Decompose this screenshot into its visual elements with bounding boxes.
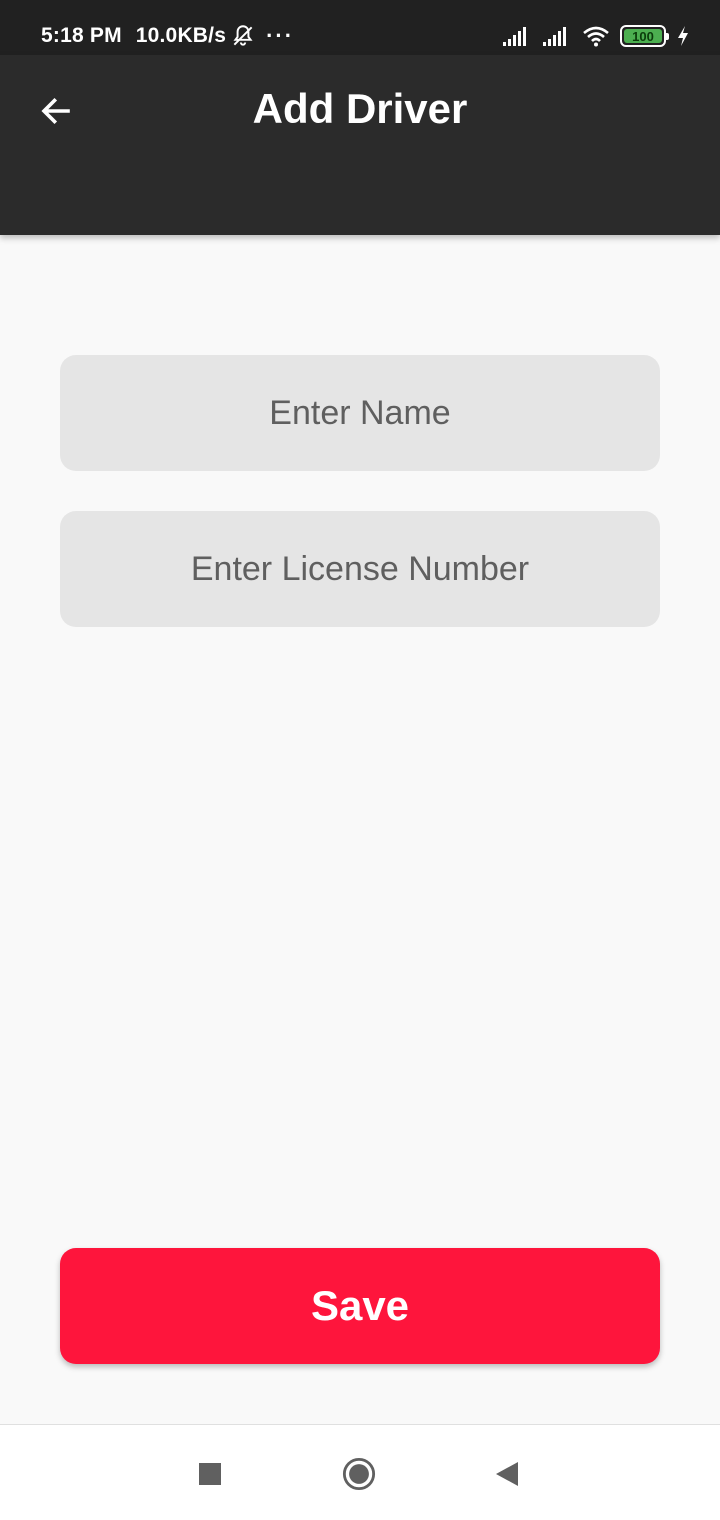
page-title: Add Driver [252,85,468,132]
battery-icon: 100 [620,25,669,47]
charging-bolt-icon [678,26,688,46]
system-back-button[interactable] [490,1457,524,1491]
back-triangle-icon [496,1462,518,1486]
name-field-container [60,355,660,471]
save-button[interactable]: Save [60,1248,660,1364]
status-left: 5:18 PM 10.0KB/s ··· [41,22,294,50]
recents-square-icon [199,1463,221,1485]
battery-level: 100 [624,29,662,44]
status-time: 5:18 PM [41,24,122,47]
app-bar: Add Driver [0,55,720,235]
more-notifications: ··· [266,23,295,48]
network-speed: 10.0KB/s [135,24,227,47]
wifi-icon [583,26,609,47]
recents-button[interactable] [193,1457,227,1491]
signal-icon [543,27,566,46]
license-field-container [60,511,660,627]
status-right: 100 [502,22,690,50]
muted-bell-icon [233,25,253,46]
home-button[interactable] [342,1457,376,1491]
signal-icon [503,27,526,46]
home-circle-icon [342,1457,376,1491]
name-input[interactable] [60,355,660,471]
status-bar: 5:18 PM 10.0KB/s ··· 100 [0,0,720,55]
license-number-input[interactable] [60,511,660,627]
system-nav-bar [0,1424,720,1520]
